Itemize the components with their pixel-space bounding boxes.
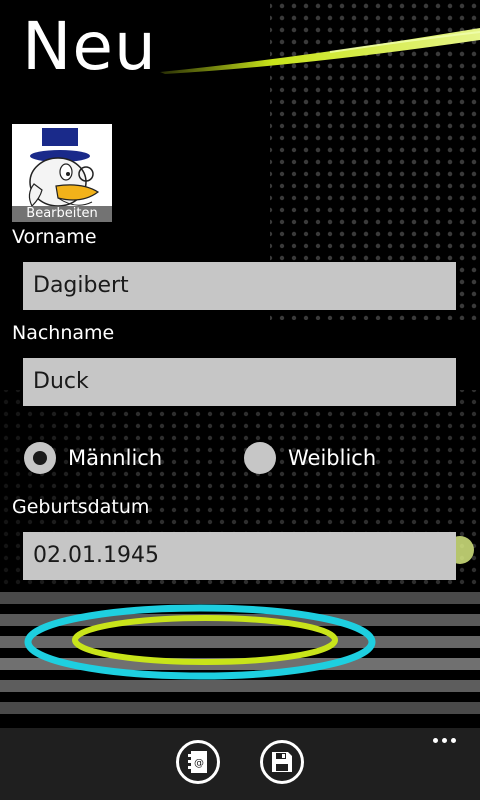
save-button[interactable] [260,740,304,784]
gender-radio-male[interactable]: Männlich [24,442,162,474]
ellipsis-icon [433,738,438,743]
last-name-field[interactable]: Duck [23,358,456,406]
birthdate-field[interactable]: 02.01.1945 [23,532,456,580]
radio-selected-dot [33,451,47,465]
svg-text:@: @ [194,758,204,769]
avatar[interactable]: Bearbeiten [12,124,112,222]
app-bar: @ [0,728,480,800]
first-name-label: Vorname [12,226,97,248]
birthdate-label: Geburtsdatum [12,496,150,518]
contact-card-button[interactable]: @ [176,740,220,784]
radio-button-male[interactable] [24,442,56,474]
gender-male-label: Männlich [68,446,163,470]
radio-button-female[interactable] [244,442,276,474]
last-name-label: Nachname [12,322,115,344]
contact-card-icon: @ [188,751,207,773]
avatar-edit-label[interactable]: Bearbeiten [12,206,112,222]
save-icon [272,752,292,772]
page-title: Neu [22,8,157,85]
gender-female-label: Weiblich [288,446,377,470]
gender-radio-female[interactable]: Weiblich [244,442,376,474]
more-options-button[interactable] [433,738,456,743]
first-name-field[interactable]: Dagibert [23,262,456,310]
